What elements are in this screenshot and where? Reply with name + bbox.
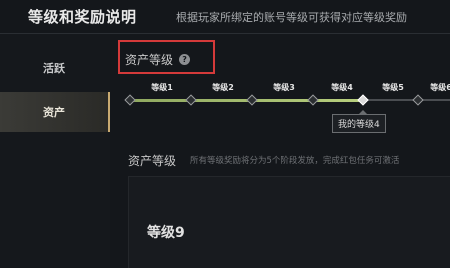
help-icon[interactable]: ? — [179, 54, 191, 65]
current-level-node — [357, 94, 369, 106]
sidebar-item-assets[interactable]: 资产 — [0, 92, 110, 132]
level-node — [124, 94, 136, 106]
main-panel: 资产等级 ? 等级1 等级2 等级3 等级4 等级5 等级6 我的等级4 资产等… — [110, 34, 450, 268]
sidebar-item-active[interactable]: 活跃 — [0, 48, 108, 88]
sidebar-item-label: 资产 — [43, 106, 65, 119]
level-reward-card: 等级9 — [128, 176, 450, 268]
description-text: 所有等级奖励将分为5个阶段发放，完成红包任务可激活 — [190, 156, 400, 166]
level-card-title: 等级9 — [147, 225, 185, 241]
level-label-6: 等级6 — [430, 83, 450, 92]
description-title: 资产等级 — [128, 154, 177, 168]
level-label-3: 等级3 — [273, 83, 295, 92]
header: 等级和奖励说明 根据玩家所绑定的账号等级可获得对应等级奖励 — [0, 0, 450, 34]
section-title-text: 资产等级 — [125, 53, 174, 67]
page-title: 等级和奖励说明 — [28, 8, 137, 26]
level-node — [185, 94, 197, 106]
sidebar-item-label: 活跃 — [43, 62, 65, 75]
level-node — [412, 94, 424, 106]
level-label-1: 等级1 — [151, 83, 173, 92]
current-level-tooltip: 我的等级4 — [332, 110, 386, 133]
level-label-4: 等级4 — [331, 83, 353, 92]
section-title: 资产等级 ? — [125, 51, 191, 68]
page-subtitle: 根据玩家所绑定的账号等级可获得对应等级奖励 — [176, 11, 407, 24]
level-progress: 等级1 等级2 等级3 等级4 等级5 等级6 我的等级4 — [110, 78, 450, 138]
level-node — [246, 94, 258, 106]
level-label-5: 等级5 — [382, 83, 404, 92]
level-label-2: 等级2 — [212, 83, 234, 92]
sidebar: 活跃 资产 — [0, 34, 110, 267]
level-node — [307, 94, 319, 106]
